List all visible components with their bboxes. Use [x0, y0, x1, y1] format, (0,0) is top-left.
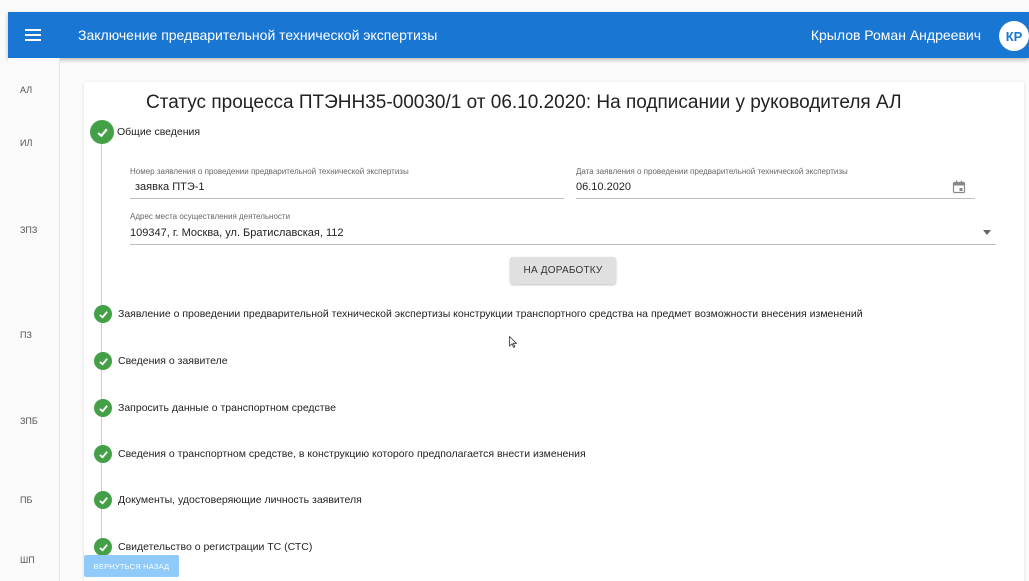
- chevron-down-icon[interactable]: [983, 230, 991, 236]
- application-date-label: Дата заявления о проведении предваритель…: [576, 167, 848, 176]
- sidebar-item-shp[interactable]: ШП: [20, 555, 35, 565]
- app-header: Заключение предварительной технической э…: [8, 12, 1029, 58]
- application-number-label: Номер заявления о проведении предварител…: [130, 167, 409, 176]
- check-circle-icon: [94, 352, 112, 370]
- application-date-underline: [576, 198, 975, 199]
- step-application[interactable]: Заявление о проведении предварительной т…: [94, 305, 863, 323]
- application-number-field[interactable]: заявка ПТЭ-1: [135, 181, 205, 193]
- check-circle-icon: [94, 305, 112, 323]
- sidebar-item-pb[interactable]: ПБ: [20, 495, 32, 505]
- step-label: Запросить данные о транспортном средстве: [118, 402, 336, 414]
- check-circle-icon: [90, 120, 114, 144]
- user-name[interactable]: Крылов Роман Андреевич: [811, 27, 981, 43]
- step-label: Общие сведения: [117, 126, 201, 138]
- address-label: Адрес места осуществления деятельности: [130, 212, 291, 221]
- step-general-info[interactable]: Общие сведения: [90, 120, 200, 144]
- step-label: Сведения о транспортном средстве, в конс…: [118, 448, 586, 460]
- step-registration-certificate[interactable]: Свидетельство о регистрации ТС (СТС): [94, 538, 312, 556]
- check-circle-icon: [94, 445, 112, 463]
- page-title: Статус процесса ПТЭНН35-00030/1 от 06.10…: [146, 92, 902, 113]
- step-label: Заявление о проведении предварительной т…: [118, 308, 863, 320]
- sidebar-item-pz[interactable]: ПЗ: [20, 330, 32, 340]
- side-navigation: АЛ ИЛ ЗПЗ ПЗ ЗПБ ПБ ШП: [8, 58, 60, 581]
- step-label: Сведения о заявителе: [118, 355, 228, 367]
- step-label: Документы, удостоверяющие личность заяви…: [118, 494, 362, 506]
- sidebar-item-il[interactable]: ИЛ: [20, 138, 32, 148]
- step-label: Свидетельство о регистрации ТС (СТС): [118, 541, 313, 553]
- check-circle-icon: [94, 491, 112, 509]
- check-circle-icon: [94, 399, 112, 417]
- check-circle-icon: [94, 538, 112, 556]
- application-date-field[interactable]: 06.10.2020: [576, 181, 631, 193]
- address-underline: [130, 244, 996, 245]
- mouse-cursor-icon: [509, 336, 517, 348]
- address-select[interactable]: 109347, г. Москва, ул. Братиславская, 11…: [130, 227, 344, 239]
- back-button[interactable]: ВЕРНУТЬСЯ НАЗАД: [84, 555, 179, 577]
- step-identity-documents[interactable]: Документы, удостоверяющие личность заяви…: [94, 491, 362, 509]
- sidebar-item-al[interactable]: АЛ: [20, 85, 32, 95]
- calendar-icon[interactable]: [952, 180, 966, 194]
- app-title: Заключение предварительной технической э…: [78, 27, 438, 43]
- sidebar-item-zpz[interactable]: ЗПЗ: [20, 225, 37, 235]
- step-applicant-info[interactable]: Сведения о заявителе: [94, 352, 228, 370]
- rework-button[interactable]: НА ДОРАБОТКУ: [510, 257, 616, 284]
- step-request-vehicle-data[interactable]: Запросить данные о транспортном средстве: [94, 399, 336, 417]
- application-number-underline: [130, 198, 564, 199]
- menu-button[interactable]: [8, 12, 58, 58]
- avatar[interactable]: КР: [999, 21, 1029, 51]
- sidebar-item-zpb[interactable]: ЗПБ: [20, 416, 38, 426]
- hamburger-icon: [25, 29, 41, 41]
- step-vehicle-info[interactable]: Сведения о транспортном средстве, в конс…: [94, 445, 586, 463]
